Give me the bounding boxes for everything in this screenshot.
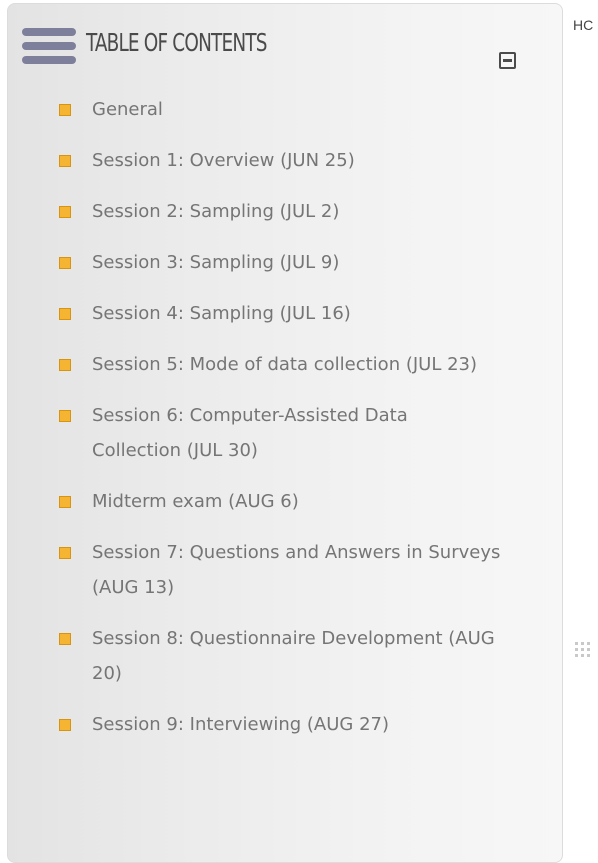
toc-item-session-2[interactable]: Session 2: Sampling (JUL 2) (8, 194, 562, 229)
toc-item-label[interactable]: Session 4: Sampling (JUL 16) (92, 296, 502, 331)
toc-item-midterm-exam[interactable]: Midterm exam (AUG 6) (8, 484, 562, 519)
toc-item-session-8[interactable]: Session 8: Questionnaire Development (AU… (8, 621, 562, 691)
collapse-minus-icon[interactable] (499, 52, 516, 69)
toc-item-session-7[interactable]: Session 7: Questions and Answers in Surv… (8, 535, 562, 605)
square-bullet-icon (59, 547, 71, 559)
toc-list: General Session 1: Overview (JUN 25) Ses… (8, 92, 562, 758)
side-content-text: HC (573, 17, 594, 33)
toc-item-label[interactable]: Session 5: Mode of data collection (JUL … (92, 347, 502, 382)
toc-panel: TABLE OF CONTENTS General Session 1: Ove… (7, 3, 563, 863)
toc-title: TABLE OF CONTENTS (86, 28, 267, 57)
square-bullet-icon (59, 633, 71, 645)
toc-item-label[interactable]: Session 2: Sampling (JUL 2) (92, 194, 502, 229)
toc-item-label[interactable]: Session 6: Computer-Assisted Data Collec… (92, 398, 502, 468)
toc-header: TABLE OF CONTENTS (8, 4, 562, 92)
square-bullet-icon (59, 104, 71, 116)
toc-item-session-6[interactable]: Session 6: Computer-Assisted Data Collec… (8, 398, 562, 468)
toc-item-session-5[interactable]: Session 5: Mode of data collection (JUL … (8, 347, 562, 382)
toc-item-label[interactable]: Midterm exam (AUG 6) (92, 484, 502, 519)
square-bullet-icon (59, 206, 71, 218)
toc-item-session-4[interactable]: Session 4: Sampling (JUL 16) (8, 296, 562, 331)
toc-item-label[interactable]: Session 8: Questionnaire Development (AU… (92, 621, 502, 691)
square-bullet-icon (59, 359, 71, 371)
toc-item-session-9[interactable]: Session 9: Interviewing (AUG 27) (8, 707, 562, 742)
square-bullet-icon (59, 496, 71, 508)
toc-item-session-3[interactable]: Session 3: Sampling (JUL 9) (8, 245, 562, 280)
square-bullet-icon (59, 257, 71, 269)
toc-item-label[interactable]: Session 3: Sampling (JUL 9) (92, 245, 502, 280)
toc-item-general[interactable]: General (8, 92, 562, 127)
toc-item-label[interactable]: General (92, 92, 502, 127)
toc-item-label[interactable]: Session 9: Interviewing (AUG 27) (92, 707, 502, 742)
toc-item-label[interactable]: Session 7: Questions and Answers in Surv… (92, 535, 502, 605)
square-bullet-icon (59, 719, 71, 731)
hamburger-menu-icon[interactable] (22, 28, 76, 68)
square-bullet-icon (59, 155, 71, 167)
square-bullet-icon (59, 410, 71, 422)
toc-item-label[interactable]: Session 1: Overview (JUN 25) (92, 143, 502, 178)
square-bullet-icon (59, 308, 71, 320)
drag-grip-icon[interactable] (573, 640, 593, 660)
toc-item-session-1[interactable]: Session 1: Overview (JUN 25) (8, 143, 562, 178)
